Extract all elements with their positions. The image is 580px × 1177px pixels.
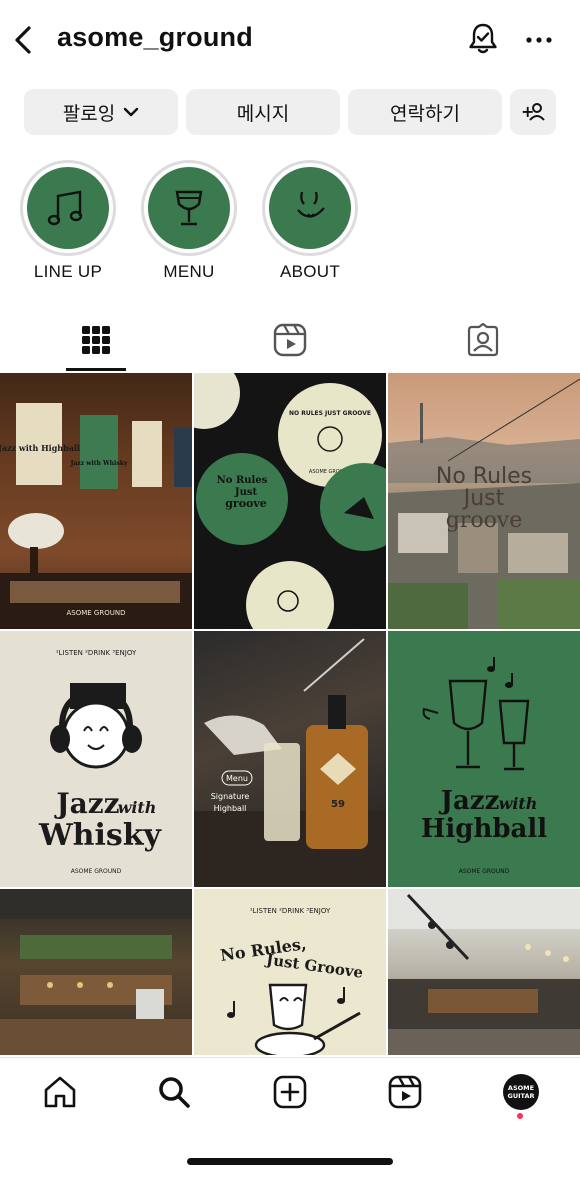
tab-tagged[interactable] (453, 320, 513, 360)
post-tile[interactable]: ¹LISTEN ²DRINK ³ENJOY Jazz with Whisky A… (0, 631, 192, 887)
grid-icon (82, 326, 110, 354)
poster-text: Jazz with Whisky (70, 460, 128, 467)
highlight-label: ABOUT (279, 262, 341, 281)
highlight-label: MENU (163, 262, 215, 281)
poster-brand: ASOME GROUND (459, 868, 510, 875)
post-image: No Rules Just groove (388, 378, 580, 629)
tagged-icon (467, 323, 499, 357)
menu-title: Signature (211, 792, 250, 801)
contact-label: 연락하기 (390, 103, 460, 125)
poster-brand: ASOME GROUND (71, 868, 122, 875)
music-note-icon (47, 190, 83, 226)
face-doodle-icon (297, 191, 325, 218)
post-tile[interactable]: No Rules Just groove (388, 373, 580, 629)
menu-tag: Menu (226, 774, 248, 783)
post-tile[interactable]: Jazz with Highball Jazz with Whisky ASOM… (0, 373, 192, 629)
search-icon (159, 1077, 190, 1108)
post-tile[interactable]: 59 Menu Signature Highball (194, 631, 386, 887)
reels-icon (388, 1075, 422, 1109)
post-image: 59 Menu Signature Highball (194, 638, 386, 887)
post-image (388, 889, 580, 1055)
add-person-icon: + (521, 102, 545, 121)
post-image (0, 889, 192, 1055)
notification-dot (517, 1113, 523, 1119)
poster-subtitle: ¹LISTEN ²DRINK ³ENJOY (250, 907, 331, 915)
poster-title: Jazz (439, 786, 500, 816)
post-image: NO RULES JUST GROOVE ASOME GROUND No Rul… (194, 373, 386, 629)
profile-header: asome_ground (0, 0, 580, 80)
contact-button[interactable]: 연락하기 (348, 89, 502, 135)
following-button[interactable]: 팔로잉 (24, 89, 178, 135)
create-plus-icon (273, 1075, 307, 1109)
nav-search[interactable] (154, 1072, 194, 1112)
reels-icon (273, 323, 307, 357)
profile-actions: 팔로잉 메시지 연락하기 + (0, 89, 580, 137)
post-image: Jazz with Highball ASOME GROUND (421, 657, 547, 875)
chevron-down-icon (124, 107, 139, 117)
poster-title-with: with (118, 798, 157, 817)
bottom-nav: ASOME GUITAR (0, 1057, 580, 1127)
nav-create[interactable] (270, 1072, 310, 1112)
avatar-text: ASOME (507, 1084, 535, 1092)
post-tile[interactable]: Jazz with Highball ASOME GROUND (388, 631, 580, 887)
highlight-lineup[interactable]: LINE UP (20, 160, 116, 282)
coaster-text: groove (225, 497, 267, 510)
post-text: groove (446, 508, 523, 533)
poster-title: Highball (421, 814, 547, 844)
post-image: ¹LISTEN ²DRINK ³ENJOY Jazz with Whisky A… (38, 649, 163, 875)
poster-text: Jazz with Highball (0, 443, 80, 453)
avatar: ASOME GUITAR (503, 1074, 539, 1110)
tab-reels[interactable] (260, 320, 320, 360)
poster-title: Just Groove (263, 950, 364, 982)
poster-title-with: with (499, 794, 538, 813)
nav-reels[interactable] (385, 1072, 425, 1112)
avatar-text: GUITAR (507, 1092, 535, 1100)
profile-tabs (0, 310, 580, 372)
post-tile[interactable] (388, 889, 580, 1055)
nav-profile[interactable]: ASOME GUITAR (501, 1072, 541, 1112)
poster-title: Jazz (53, 787, 119, 820)
bottle-label: 59 (331, 799, 345, 810)
coaster-badge: NO RULES JUST GROOVE (289, 410, 371, 417)
post-grid: Jazz with Highball Jazz with Whisky ASOM… (0, 373, 580, 1055)
home-icon (44, 1076, 76, 1108)
wine-glass-icon (175, 190, 203, 226)
highlight-about[interactable]: ABOUT (262, 160, 358, 282)
coaster-text: No Rules (217, 475, 268, 486)
menu-title: Highball (214, 804, 247, 813)
post-caption: ASOME GROUND (67, 609, 126, 617)
active-tab-indicator (66, 368, 126, 371)
post-tile[interactable]: NO RULES JUST GROOVE ASOME GROUND No Rul… (194, 373, 386, 629)
post-image: ¹LISTEN ²DRINK ³ENJOY No Rules, Just Gro… (219, 907, 364, 1055)
home-indicator (187, 1158, 393, 1165)
following-label: 팔로잉 (62, 103, 116, 125)
message-label: 메시지 (236, 103, 290, 125)
post-image: Jazz with Highball Jazz with Whisky ASOM… (0, 373, 192, 629)
poster-title: Whisky (38, 818, 163, 853)
post-tile[interactable] (0, 889, 192, 1055)
more-dots-icon[interactable] (522, 26, 556, 54)
nav-home[interactable] (40, 1072, 80, 1112)
poster-subtitle: ¹LISTEN ²DRINK ³ENJOY (56, 649, 137, 657)
bell-check-icon[interactable] (466, 22, 500, 56)
highlight-label: LINE UP (33, 262, 103, 281)
add-person-button[interactable]: + (510, 89, 556, 135)
story-highlights: LINE UP MENU ABOUT (0, 160, 580, 290)
back-chevron-icon[interactable] (10, 22, 36, 58)
highlight-menu[interactable]: MENU (141, 160, 237, 282)
profile-username: asome_ground (57, 22, 253, 52)
message-button[interactable]: 메시지 (186, 89, 340, 135)
post-tile[interactable]: ¹LISTEN ²DRINK ³ENJOY No Rules, Just Gro… (194, 889, 386, 1055)
tab-grid[interactable] (66, 320, 126, 360)
